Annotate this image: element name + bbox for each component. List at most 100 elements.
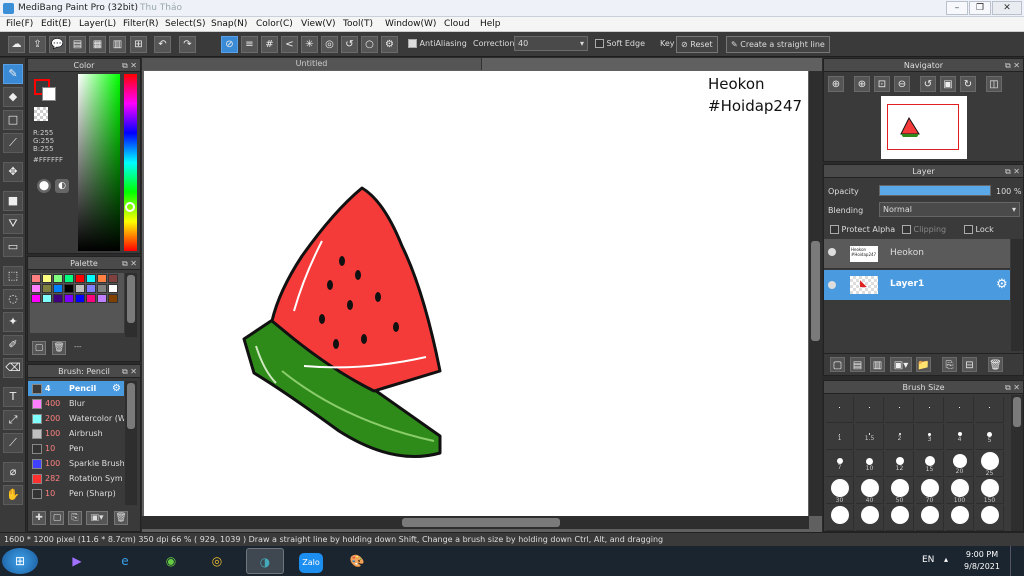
palette-swatch[interactable] bbox=[53, 274, 63, 283]
start-button[interactable]: ⊞ bbox=[2, 548, 38, 574]
brush-item[interactable]: 282 Rotation Sym bbox=[28, 471, 124, 486]
add-brush-icon[interactable]: ✚ bbox=[32, 511, 46, 525]
palette-swatch[interactable] bbox=[64, 274, 74, 283]
eyedropper-tool-icon[interactable]: ⌀ bbox=[3, 462, 23, 482]
brush-size-cell[interactable]: 100 bbox=[946, 478, 974, 504]
palette-swatch[interactable] bbox=[31, 274, 41, 283]
gear-icon[interactable]: ⚙ bbox=[996, 277, 1008, 292]
brush-size-cell[interactable]: 4 bbox=[946, 424, 974, 450]
brush-size-cell[interactable] bbox=[976, 397, 1004, 423]
palette-swatch[interactable] bbox=[42, 284, 52, 293]
brush-size-cell[interactable]: 15 bbox=[916, 451, 944, 477]
canvas-horizontal-scrollbar[interactable] bbox=[142, 516, 809, 529]
zoom-in-icon[interactable]: ⊕ bbox=[828, 76, 844, 92]
new-palette-icon[interactable]: ▢ bbox=[32, 341, 46, 355]
menu-cloud[interactable]: Cloud bbox=[444, 17, 470, 32]
brush-size-cell[interactable] bbox=[946, 397, 974, 423]
protect-alpha-checkbox[interactable]: Protect Alpha bbox=[830, 225, 895, 234]
brush-size-cell[interactable] bbox=[856, 397, 884, 423]
gear-icon[interactable]: ⚙ bbox=[112, 381, 121, 396]
folder-icon[interactable]: 📁 bbox=[916, 357, 931, 372]
menu-color[interactable]: Color(C) bbox=[256, 17, 293, 32]
brush-size-cell[interactable]: 10 bbox=[856, 451, 884, 477]
fill-shape-tool-icon[interactable]: ■ bbox=[3, 191, 23, 211]
menu-layer[interactable]: Layer(L) bbox=[79, 17, 116, 32]
brush-size-cell[interactable] bbox=[946, 505, 974, 531]
eye-icon[interactable] bbox=[828, 248, 836, 256]
divide-tool-icon[interactable]: ⟋ bbox=[3, 433, 23, 453]
brush-size-cell[interactable]: 3 bbox=[916, 424, 944, 450]
menu-window[interactable]: Window(W) bbox=[385, 17, 436, 32]
drawing-canvas[interactable]: Heokon #Hoidap247 bbox=[144, 71, 808, 516]
brush-size-cell[interactable] bbox=[856, 505, 884, 531]
brush-size-cell[interactable] bbox=[886, 505, 914, 531]
book-icon[interactable]: ▥ bbox=[109, 36, 126, 53]
brush-size-cell[interactable]: 12 bbox=[886, 451, 914, 477]
view-frame[interactable] bbox=[887, 104, 959, 150]
layer-add-menu-icon[interactable]: ▣▾ bbox=[890, 357, 912, 372]
document-icon[interactable]: ▦ bbox=[89, 36, 106, 53]
brush-tool-icon[interactable]: ✎ bbox=[3, 64, 23, 84]
concentric-snap-icon[interactable]: ◎ bbox=[321, 36, 338, 53]
palette-swatch[interactable] bbox=[108, 284, 118, 293]
maximize-button[interactable]: ❐ bbox=[969, 1, 991, 15]
brush-item[interactable]: 100 Airbrush bbox=[28, 426, 124, 441]
merge-layer-icon[interactable]: ⊟ bbox=[962, 357, 977, 372]
palette-swatch[interactable] bbox=[86, 284, 96, 293]
new-layer-1bit-icon[interactable]: ▥ bbox=[870, 357, 885, 372]
brush-item[interactable]: 400 Blur bbox=[28, 396, 124, 411]
panel-close-icon[interactable]: ⧉ ✕ bbox=[1005, 59, 1020, 72]
trash-icon[interactable]: 🗑 bbox=[52, 341, 66, 355]
soft-edge-checkbox[interactable]: Soft Edge bbox=[595, 39, 645, 48]
menu-filter[interactable]: Filter(R) bbox=[123, 17, 159, 32]
zoom-out-icon[interactable]: ⊖ bbox=[894, 76, 910, 92]
lock-checkbox[interactable]: Lock bbox=[964, 225, 994, 234]
zoom-in-icon[interactable]: ⊕ bbox=[854, 76, 870, 92]
layer-row-selected[interactable]: ◣ Layer1 ⚙ bbox=[824, 270, 1010, 300]
brush-item[interactable]: 100 Sparkle Brush bbox=[28, 456, 124, 471]
rotate-left-icon[interactable]: ↺ bbox=[920, 76, 936, 92]
brush-size-cell[interactable] bbox=[916, 397, 944, 423]
canvas-vertical-scrollbar[interactable] bbox=[809, 71, 822, 516]
color-mix-icon[interactable]: ◐ bbox=[55, 179, 69, 193]
hue-slider[interactable] bbox=[124, 74, 137, 251]
scroll-thumb[interactable] bbox=[127, 275, 135, 323]
cloud-icon[interactable]: ☁ bbox=[8, 36, 25, 53]
brush-size-scrollbar[interactable] bbox=[1011, 395, 1023, 531]
paint-icon[interactable]: 🎨 bbox=[338, 548, 376, 574]
palette-swatch[interactable] bbox=[97, 294, 107, 303]
opacity-slider[interactable] bbox=[879, 185, 991, 196]
ie-icon[interactable]: e bbox=[106, 548, 144, 574]
eye-icon[interactable] bbox=[828, 281, 836, 289]
brush-size-cell[interactable] bbox=[826, 505, 854, 531]
no-snap-icon[interactable]: ⊘ bbox=[221, 36, 238, 53]
blending-select[interactable]: Normal ▾ bbox=[879, 202, 1020, 217]
language-indicator[interactable]: EN bbox=[922, 555, 934, 565]
menu-edit[interactable]: Edit(E) bbox=[41, 17, 71, 32]
palette-swatch[interactable] bbox=[86, 294, 96, 303]
panel-close-icon[interactable]: ⧉ ✕ bbox=[122, 59, 137, 72]
curve-snap-icon[interactable]: ↺ bbox=[341, 36, 358, 53]
palette-swatch[interactable] bbox=[53, 294, 63, 303]
brush-size-cell[interactable] bbox=[826, 397, 854, 423]
visual-studio-icon[interactable]: ▶ bbox=[58, 548, 96, 574]
undo-icon[interactable]: ↶ bbox=[154, 36, 171, 53]
close-button[interactable]: ✕ bbox=[992, 1, 1022, 15]
palette-swatch[interactable] bbox=[42, 274, 52, 283]
chat-icon[interactable]: ▤ bbox=[69, 36, 86, 53]
brush-size-cell[interactable]: 20 bbox=[946, 451, 974, 477]
new-layer-8bit-icon[interactable]: ▤ bbox=[850, 357, 865, 372]
panel-close-icon[interactable]: ⧉ ✕ bbox=[122, 257, 137, 270]
palette-swatch[interactable] bbox=[64, 294, 74, 303]
lasso-tool-icon[interactable]: ◌ bbox=[3, 289, 23, 309]
saturation-value-picker[interactable] bbox=[78, 74, 120, 251]
share-icon[interactable]: ⇪ bbox=[29, 36, 46, 53]
palette-swatch[interactable] bbox=[64, 284, 74, 293]
coccoc-icon[interactable]: ◉ bbox=[152, 548, 190, 574]
vanishing-snap-icon[interactable]: < bbox=[281, 36, 298, 53]
brush-size-cell[interactable]: 30 bbox=[826, 478, 854, 504]
panel-close-icon[interactable]: ⧉ ✕ bbox=[1005, 381, 1020, 394]
magic-wand-tool-icon[interactable]: ✦ bbox=[3, 312, 23, 332]
duplicate-layer-icon[interactable]: ⎘ bbox=[942, 357, 957, 372]
grid-icon[interactable]: ⊞ bbox=[130, 36, 147, 53]
